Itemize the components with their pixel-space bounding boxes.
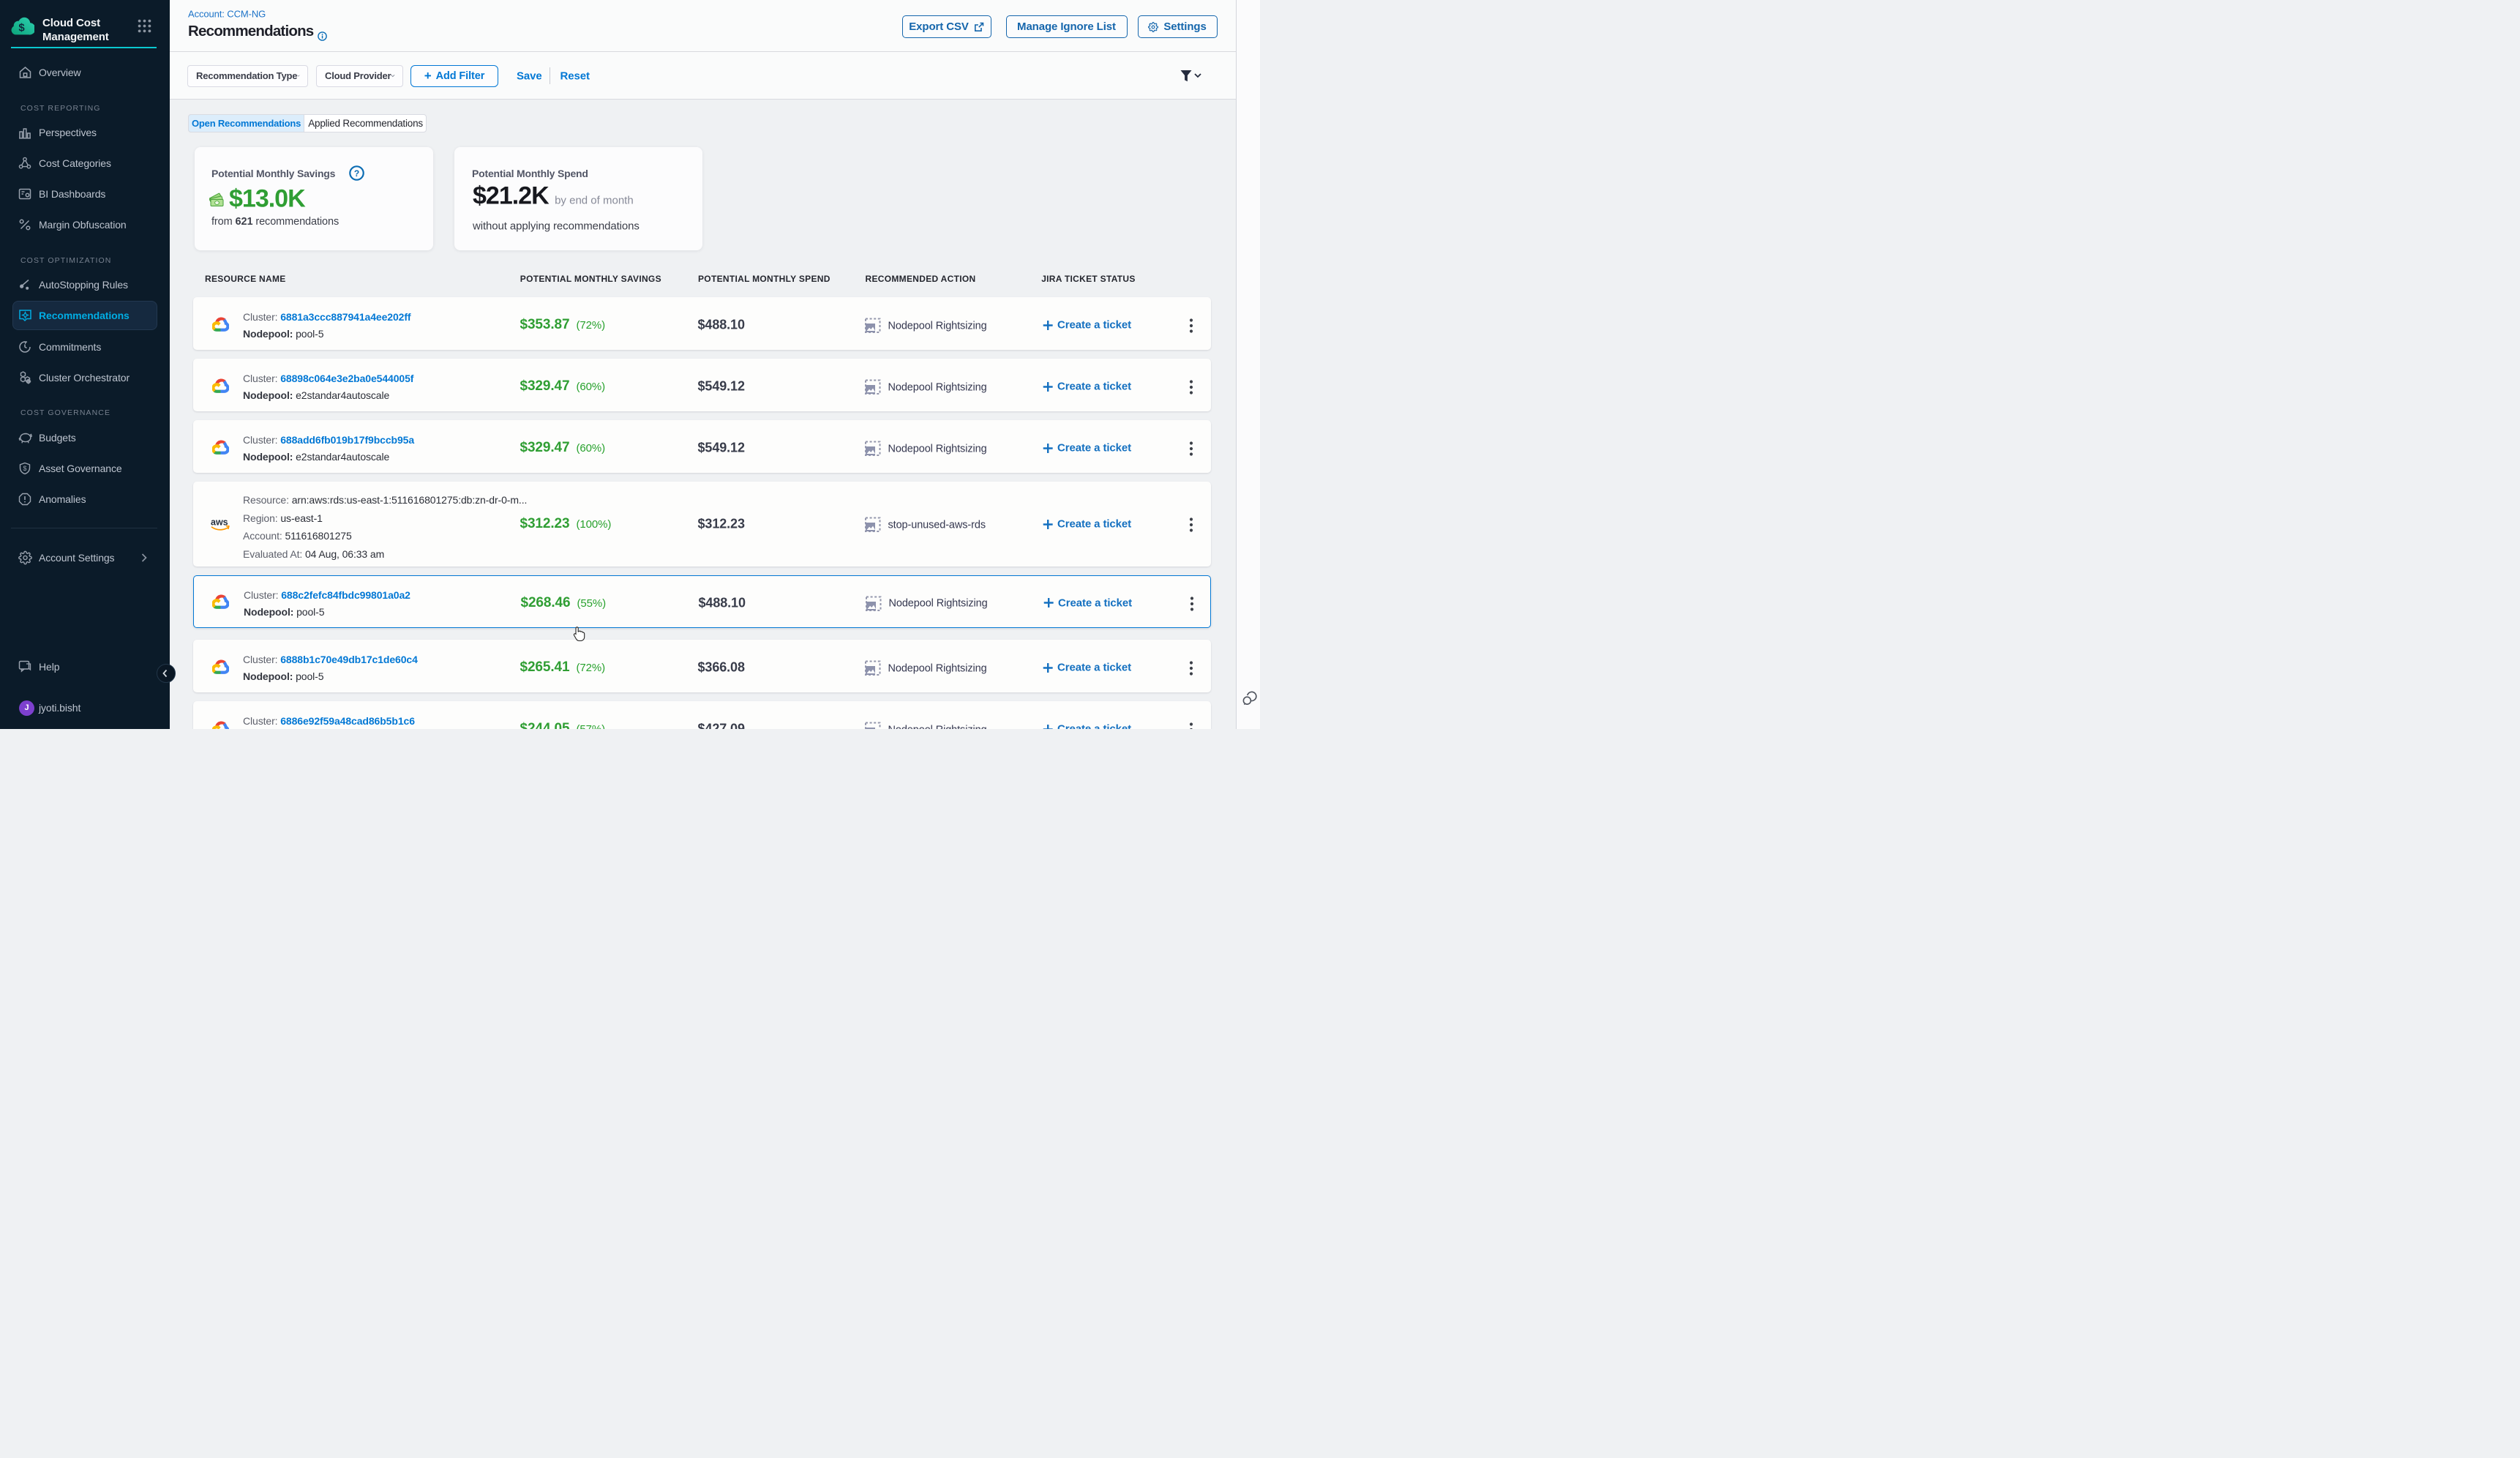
svg-text:$: $ [23, 464, 27, 471]
svg-text:$: $ [18, 22, 25, 34]
svg-text:?: ? [354, 168, 359, 179]
